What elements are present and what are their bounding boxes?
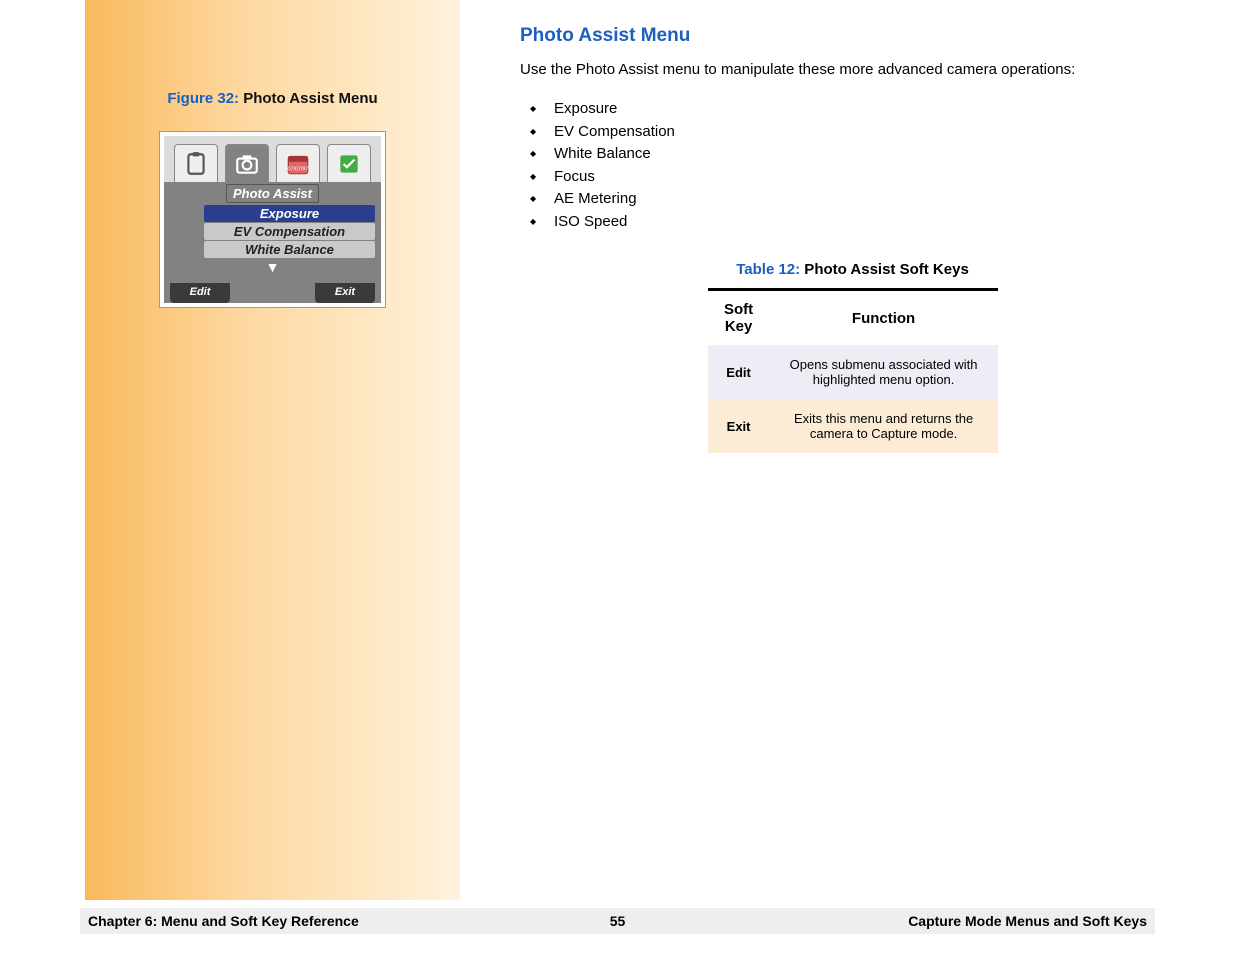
bullet-item: EV Compensation bbox=[530, 121, 1185, 144]
down-arrow-icon: ▼ bbox=[266, 259, 280, 275]
section-title: Photo Assist Menu bbox=[520, 25, 1185, 47]
menu-item-exposure: Exposure bbox=[204, 205, 375, 222]
bullet-item: Focus bbox=[530, 166, 1185, 189]
menu-area: Photo Assist Exposure EV Compensation Wh… bbox=[164, 182, 381, 283]
bullet-item: White Balance bbox=[530, 143, 1185, 166]
cell-softkey: Edit bbox=[708, 345, 770, 399]
table-header-row: Soft Key Function bbox=[708, 290, 998, 346]
tab-icon-calendar: 07/07/97 bbox=[276, 144, 320, 182]
table-title: Photo Assist Soft Keys bbox=[800, 261, 969, 278]
menu-item-wb: White Balance bbox=[204, 241, 375, 258]
tab-icon-camera bbox=[225, 144, 269, 182]
table-row: Edit Opens submenu associated with highl… bbox=[708, 345, 998, 399]
figure-caption: Figure 32: Photo Assist Menu bbox=[85, 90, 460, 107]
softkey-exit: Exit bbox=[315, 283, 375, 303]
tab-icon-clipboard bbox=[174, 144, 218, 182]
check-icon bbox=[336, 151, 362, 177]
menu-item-ev: EV Compensation bbox=[204, 223, 375, 240]
tab-row: 07/07/97 bbox=[164, 136, 381, 182]
softkey-bar: Edit Exit bbox=[164, 283, 381, 303]
figure-label: Figure 32: bbox=[167, 90, 239, 107]
sidebar-column: Figure 32: Photo Assist Menu 07/07/97 bbox=[85, 0, 460, 900]
softkey-edit: Edit bbox=[170, 283, 230, 303]
softkey-table: Soft Key Function Edit Opens submenu ass… bbox=[708, 288, 998, 453]
bullet-item: Exposure bbox=[530, 98, 1185, 121]
cell-softkey: Exit bbox=[708, 399, 770, 453]
table-row: Exit Exits this menu and returns the cam… bbox=[708, 399, 998, 453]
page: Figure 32: Photo Assist Menu 07/07/97 bbox=[0, 0, 1235, 900]
page-footer: Chapter 6: Menu and Soft Key Reference 5… bbox=[80, 908, 1155, 934]
calendar-icon: 07/07/97 bbox=[285, 151, 311, 177]
footer-left: Chapter 6: Menu and Soft Key Reference bbox=[88, 913, 359, 929]
footer-right: Capture Mode Menus and Soft Keys bbox=[908, 913, 1147, 929]
menu-title: Photo Assist bbox=[226, 184, 319, 203]
content-column: Photo Assist Menu Use the Photo Assist m… bbox=[460, 0, 1235, 900]
cell-function: Exits this menu and returns the camera t… bbox=[770, 399, 998, 453]
screenshot-body: 07/07/97 Photo Assist Exposure EV Compen… bbox=[164, 136, 381, 283]
clipboard-icon bbox=[183, 151, 209, 177]
cell-function: Opens submenu associated with highlighte… bbox=[770, 345, 998, 399]
figure-title: Photo Assist Menu bbox=[239, 90, 378, 107]
table-caption: Table 12: Photo Assist Soft Keys bbox=[520, 261, 1185, 278]
bullet-item: AE Metering bbox=[530, 188, 1185, 211]
camera-screenshot: 07/07/97 Photo Assist Exposure EV Compen… bbox=[160, 132, 385, 307]
footer-page-number: 55 bbox=[610, 913, 626, 929]
bullet-item: ISO Speed bbox=[530, 211, 1185, 234]
table-header: Function bbox=[770, 290, 998, 346]
svg-text:07/07/97: 07/07/97 bbox=[288, 166, 309, 172]
menu-list: Exposure EV Compensation White Balance bbox=[204, 205, 375, 259]
table-label: Table 12: bbox=[736, 261, 800, 278]
camera-icon bbox=[234, 151, 260, 177]
table-header: Soft Key bbox=[708, 290, 770, 346]
intro-text: Use the Photo Assist menu to manipulate … bbox=[520, 61, 1185, 78]
bullet-list: Exposure EV Compensation White Balance F… bbox=[520, 98, 1185, 233]
tab-icon-check bbox=[327, 144, 371, 182]
